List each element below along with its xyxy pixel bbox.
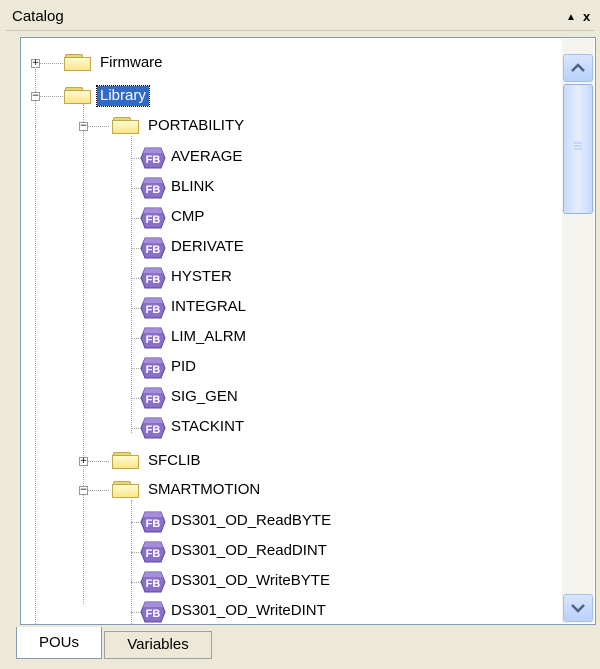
tree-item-function-block[interactable]: PID	[168, 357, 199, 377]
folder-icon	[112, 117, 140, 135]
tree-item-function-block[interactable]: DS301_OD_ReadBYTE	[168, 511, 334, 531]
fb-badge-text: FB	[146, 304, 161, 316]
function-block-icon: FB	[140, 511, 166, 533]
function-block-icon: FB	[140, 571, 166, 593]
function-block-icon: FB	[140, 207, 166, 229]
vertical-scrollbar[interactable]	[562, 39, 594, 623]
tree-item-function-block[interactable]: AVERAGE	[168, 147, 245, 167]
tree-item-portability[interactable]: PORTABILITY	[145, 116, 247, 136]
catalog-title-bar: Catalog ▲ x	[6, 4, 594, 31]
tree-item-function-block[interactable]: STACKINT	[168, 417, 247, 437]
tree-item-function-block[interactable]: INTEGRAL	[168, 297, 249, 317]
close-icon[interactable]: x	[583, 9, 590, 24]
thumb-grip-icon	[574, 142, 582, 150]
chevron-up-icon	[571, 63, 585, 72]
scroll-thumb[interactable]	[563, 84, 593, 214]
function-block-icon: FB	[140, 297, 166, 319]
folder-icon	[112, 452, 140, 470]
tree-item-function-block[interactable]: SIG_GEN	[168, 387, 241, 407]
function-block-icon: FB	[140, 601, 166, 623]
tree-line	[83, 104, 84, 604]
tab-variables[interactable]: Variables	[104, 631, 212, 659]
fb-badge-text: FB	[146, 424, 161, 436]
pin-icon[interactable]: ▲	[566, 12, 576, 23]
catalog-tree: + Firmware − Library − PORTABILITY FB AVE…	[21, 38, 561, 624]
scroll-down-button[interactable]	[563, 594, 593, 622]
scroll-up-button[interactable]	[563, 54, 593, 82]
fb-badge-text: FB	[146, 548, 161, 560]
fb-badge-text: FB	[146, 274, 161, 286]
fb-badge-text: FB	[146, 394, 161, 406]
function-block-icon: FB	[140, 417, 166, 439]
catalog-title: Catalog	[12, 8, 64, 25]
function-block-icon: FB	[140, 357, 166, 379]
tree-line	[131, 136, 132, 433]
folder-icon	[64, 54, 92, 72]
tab-pous[interactable]: POUs	[16, 627, 102, 659]
tree-item-function-block[interactable]: HYSTER	[168, 267, 235, 287]
tree-line	[35, 126, 36, 624]
fb-badge-text: FB	[146, 184, 161, 196]
function-block-icon: FB	[140, 327, 166, 349]
tree-item-sfclib[interactable]: SFCLIB	[145, 451, 204, 471]
bottom-tab-strip: POUs Variables	[6, 627, 596, 667]
fb-badge-text: FB	[146, 364, 161, 376]
fb-badge-text: FB	[146, 244, 161, 256]
tree-item-function-block[interactable]: DERIVATE	[168, 237, 247, 257]
tree-item-smartmotion[interactable]: SMARTMOTION	[145, 480, 263, 500]
function-block-icon: FB	[140, 541, 166, 563]
tree-item-function-block[interactable]: DS301_OD_WriteBYTE	[168, 571, 333, 591]
tree-item-function-block[interactable]: DS301_OD_ReadDINT	[168, 541, 330, 561]
function-block-icon: FB	[140, 387, 166, 409]
tree-item-function-block[interactable]: LIM_ALRM	[168, 327, 249, 347]
tree-item-function-block[interactable]: CMP	[168, 207, 207, 227]
function-block-icon: FB	[140, 267, 166, 289]
function-block-icon: FB	[140, 177, 166, 199]
folder-icon	[112, 481, 140, 499]
tree-item-function-block[interactable]: DS301_OD_WriteDINT	[168, 601, 329, 621]
tree-item-function-block[interactable]: BLINK	[168, 177, 217, 197]
folder-icon	[64, 87, 92, 105]
function-block-icon: FB	[140, 147, 166, 169]
fb-badge-text: FB	[146, 578, 161, 590]
catalog-tree-panel: + Firmware − Library − PORTABILITY FB AVE…	[20, 37, 596, 625]
collapse-smartmotion-toggle[interactable]: −	[79, 486, 88, 495]
tree-item-firmware[interactable]: Firmware	[97, 53, 166, 73]
expand-firmware-toggle[interactable]: +	[31, 59, 40, 68]
fb-badge-text: FB	[146, 518, 161, 530]
chevron-down-icon	[571, 604, 585, 613]
collapse-portability-toggle[interactable]: −	[79, 122, 88, 131]
fb-badge-text: FB	[146, 214, 161, 226]
function-block-icon: FB	[140, 237, 166, 259]
expand-sfclib-toggle[interactable]: +	[79, 457, 88, 466]
fb-badge-text: FB	[146, 154, 161, 166]
tree-item-library[interactable]: Library	[96, 85, 150, 107]
fb-badge-text: FB	[146, 334, 161, 346]
tree-line	[131, 500, 132, 624]
collapse-library-toggle[interactable]: −	[31, 92, 40, 101]
fb-badge-text: FB	[146, 608, 161, 620]
